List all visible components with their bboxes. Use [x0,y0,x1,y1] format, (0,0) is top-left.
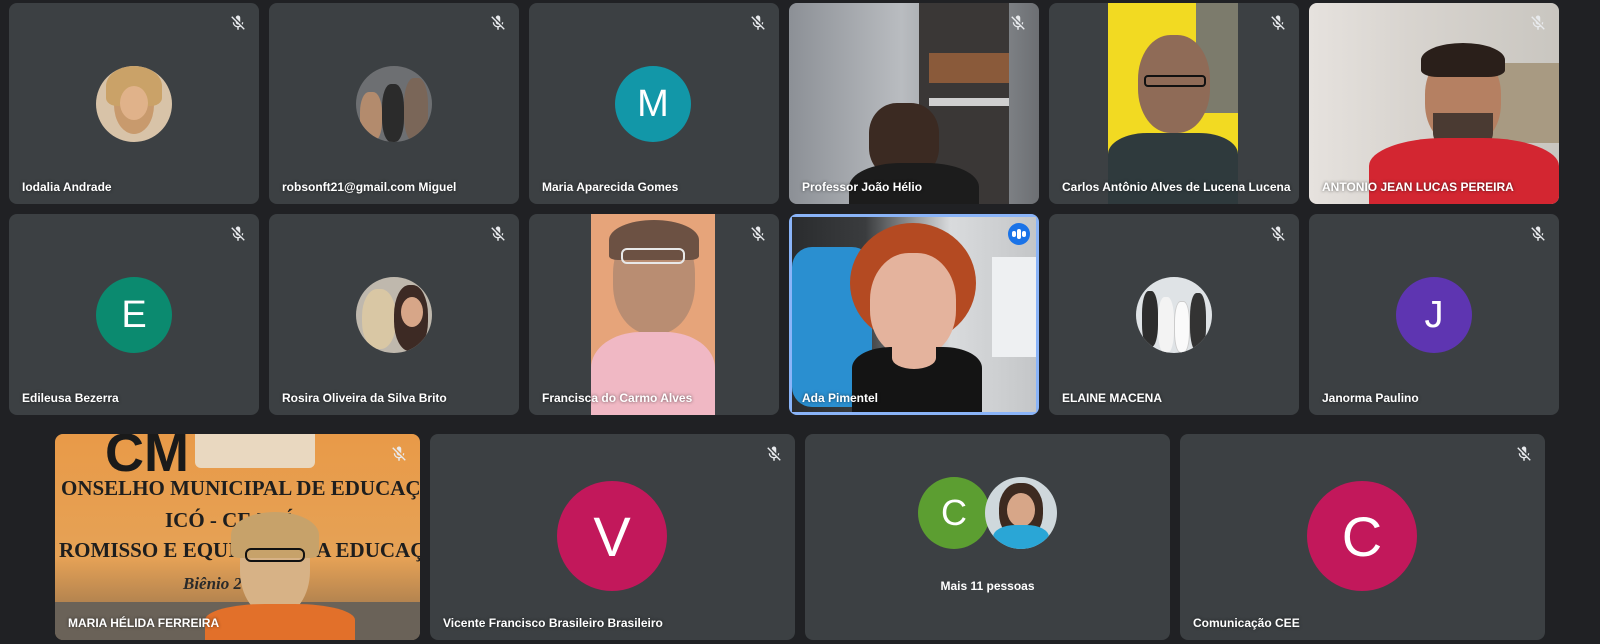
participant-tile[interactable]: J Janorma Paulino [1309,214,1559,415]
avatar [356,66,432,142]
mic-off-icon [749,225,767,243]
avatar [356,277,432,353]
avatar: C [1307,481,1417,591]
participant-name: robsonft21@gmail.com Miguel [282,180,457,194]
mic-off-icon [1269,225,1287,243]
more-participants-label: Mais 11 pessoas [940,579,1035,593]
avatar [1136,277,1212,353]
participant-tile[interactable]: robsonft21@gmail.com Miguel [269,3,519,204]
participant-name: MARIA HÉLIDA FERREIRA [68,616,220,630]
participant-name: Iodalia Andrade [22,180,112,194]
participant-name: Professor João Hélio [802,180,923,194]
banner-text: ONSELHO MUNICIPAL DE EDUCAÇÃO [61,476,420,500]
avatar [96,66,172,142]
participant-tile[interactable]: V Vicente Francisco Brasileiro Brasileir… [430,434,795,640]
participant-name: ANTONIO JEAN LUCAS PEREIRA [1322,180,1514,194]
mic-off-icon [1009,14,1027,32]
participant-name: Ada Pimentel [802,391,879,405]
participant-name: Carlos Antônio Alves de Lucena Lucena [1062,180,1291,194]
participant-name: Janorma Paulino [1322,391,1419,405]
speaking-indicator-icon [1008,223,1030,245]
participant-tile[interactable]: Carlos Antônio Alves de Lucena Lucena [1049,3,1299,204]
participant-name: Rosira Oliveira da Silva Brito [282,391,447,405]
participant-tile[interactable]: Iodalia Andrade [9,3,259,204]
avatar: J [1396,277,1472,353]
participant-tile[interactable]: CM ONSELHO MUNICIPAL DE EDUCAÇÃO ICÓ - C… [55,434,420,640]
avatar: M [615,66,691,142]
avatar: C [918,477,990,549]
video-feed [1309,3,1559,204]
video-feed [792,217,1036,412]
participant-tile[interactable]: ANTONIO JEAN LUCAS PEREIRA [1309,3,1559,204]
participant-name: Edileusa Bezerra [22,391,119,405]
mic-off-icon [229,14,247,32]
mic-off-icon [1529,225,1547,243]
mic-off-icon [489,14,507,32]
participant-tile[interactable]: C Comunicação CEE [1180,434,1545,640]
participant-tile[interactable]: Rosira Oliveira da Silva Brito [269,214,519,415]
participant-tile[interactable]: ELAINE MACENA [1049,214,1299,415]
participant-tile[interactable]: M Maria Aparecida Gomes [529,3,779,204]
mic-off-icon [749,14,767,32]
participant-tile[interactable]: Francisca do Carmo Alves [529,214,779,415]
mic-off-icon [229,225,247,243]
mic-off-icon [1269,14,1287,32]
participant-name: Vicente Francisco Brasileiro Brasileiro [443,616,663,630]
participant-name: Comunicação CEE [1193,616,1300,630]
avatar [985,477,1057,549]
avatar: V [557,481,667,591]
participant-name: ELAINE MACENA [1062,391,1163,405]
mic-off-icon [390,445,408,463]
participant-tile-active-speaker[interactable]: Ada Pimentel [789,214,1039,415]
video-feed [1108,3,1238,204]
video-feed: CM ONSELHO MUNICIPAL DE EDUCAÇÃO ICÓ - C… [55,434,420,640]
mic-off-icon [1515,445,1533,463]
more-participants-tile[interactable]: C Mais 11 pessoas [805,434,1170,640]
participant-tile[interactable]: Professor João Hélio [789,3,1039,204]
mic-off-icon [1529,14,1547,32]
avatar: E [96,277,172,353]
participant-tile[interactable]: E Edileusa Bezerra [9,214,259,415]
mic-off-icon [489,225,507,243]
participant-name: Maria Aparecida Gomes [542,180,679,194]
mic-off-icon [765,445,783,463]
participant-name: Francisca do Carmo Alves [542,391,693,405]
video-feed [591,214,715,415]
video-feed [789,3,1039,204]
